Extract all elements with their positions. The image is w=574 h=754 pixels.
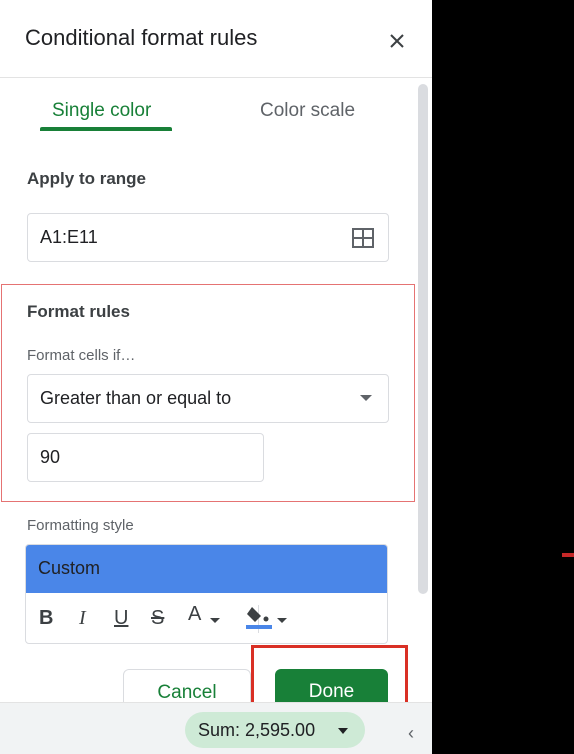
strikethrough-icon[interactable]: S: [151, 607, 164, 630]
value-text: 90: [40, 447, 61, 467]
text-color-dropdown-icon[interactable]: [209, 617, 221, 625]
condition-dropdown[interactable]: Greater than or equal to: [27, 374, 389, 423]
tab-color-scale[interactable]: Color scale: [260, 100, 355, 122]
apply-range-label: Apply to range: [27, 169, 147, 188]
value-input[interactable]: 90: [27, 433, 264, 482]
bold-icon[interactable]: B: [39, 607, 53, 630]
fill-color-dropdown-icon[interactable]: [276, 617, 288, 625]
select-range-grid-icon[interactable]: [352, 228, 374, 248]
tab-single-color[interactable]: Single color: [52, 100, 151, 122]
range-value: A1:E11: [40, 227, 98, 247]
underline-icon[interactable]: U: [114, 607, 128, 630]
style-toolbar: B I U S A: [26, 593, 387, 643]
style-preset-dropdown[interactable]: Custom: [26, 545, 387, 593]
italic-icon[interactable]: I: [79, 607, 86, 630]
format-cells-if-label: Format cells if…: [27, 347, 136, 364]
scrollbar[interactable]: [418, 84, 428, 594]
chevron-down-icon: [338, 728, 348, 734]
status-bar: Sum: 2,595.00 ‹: [0, 702, 432, 754]
collapse-arrow-icon[interactable]: ‹: [408, 723, 414, 744]
conditional-format-panel: Conditional format rules Single color Co…: [0, 0, 432, 754]
fill-color-icon[interactable]: [246, 603, 272, 631]
condition-value: Greater than or equal to: [40, 388, 232, 408]
sum-value: Sum: 2,595.00: [198, 720, 316, 740]
style-preset-label: Custom: [38, 558, 101, 578]
sum-chip[interactable]: Sum: 2,595.00: [185, 712, 365, 748]
panel-header: Conditional format rules: [0, 0, 432, 78]
format-rules-title: Format rules: [27, 302, 130, 321]
range-input[interactable]: A1:E11: [27, 213, 389, 262]
text-color-icon[interactable]: A: [188, 603, 201, 626]
red-edge-mark: [562, 553, 574, 557]
formatting-style-box: Custom B I U S A: [25, 544, 388, 644]
active-tab-indicator: [40, 127, 172, 131]
dropdown-arrow-icon: [360, 395, 372, 401]
formatting-style-label: Formatting style: [27, 517, 134, 534]
tab-bar: Single color Color scale: [0, 78, 418, 138]
close-icon[interactable]: [384, 28, 410, 54]
panel-title: Conditional format rules: [25, 25, 258, 50]
